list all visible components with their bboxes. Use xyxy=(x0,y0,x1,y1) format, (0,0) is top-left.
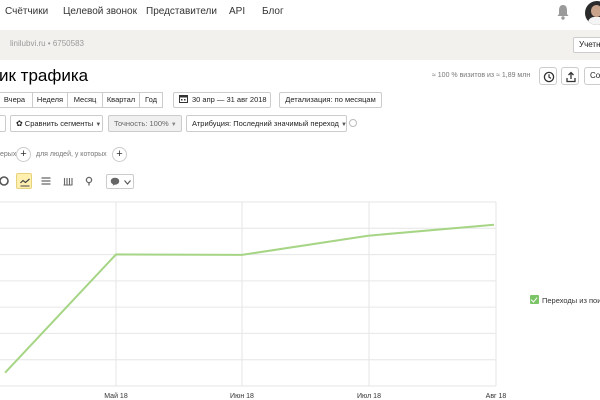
period-year-button[interactable]: Год xyxy=(139,92,163,108)
nav-item-api[interactable]: API xyxy=(229,6,245,17)
chevron-down-icon: ▼ xyxy=(95,122,102,128)
compare-segments-button[interactable]: ✿ Сравнить сегменты ▼ xyxy=(10,115,103,132)
top-nav: Счётчики Целевой звонок Представители AP… xyxy=(0,0,600,27)
x-tick-label: Май 18 xyxy=(104,392,128,400)
map-pin-icon xyxy=(85,176,93,186)
chart-type-line-button[interactable] xyxy=(16,173,32,189)
date-range-label: 30 апр — 31 авг 2018 xyxy=(192,95,267,104)
bell-icon[interactable] xyxy=(556,3,570,21)
account-button[interactable]: Учетн xyxy=(573,37,600,53)
add-people-filter-button[interactable]: + xyxy=(112,147,127,162)
attribution-select[interactable]: Атрибуция: Последний значимый переход ▼ xyxy=(186,115,347,132)
line-chart-icon xyxy=(20,178,30,187)
compare-segments-label: Сравнить сегменты xyxy=(24,119,94,128)
bar-chart-icon xyxy=(63,178,73,186)
chevron-down-icon xyxy=(124,180,131,185)
chart-type-pie-button[interactable] xyxy=(0,173,12,189)
x-tick-label: Июл 18 xyxy=(357,393,381,400)
info-icon[interactable] xyxy=(349,119,357,127)
pie-chart-icon xyxy=(0,176,9,186)
visits-note: ≈ 100 % визитов из ≈ 1,89 млн xyxy=(432,72,531,79)
legend-label: Переходы из поис xyxy=(542,296,600,305)
nav-item-blog[interactable]: Блог xyxy=(262,6,284,17)
filter-text-left: ерых xyxy=(0,151,17,158)
nav-item-representatives[interactable]: Представители xyxy=(146,6,217,17)
save-report-button[interactable]: Сох xyxy=(584,67,600,85)
date-range-button[interactable]: 30 апр — 31 авг 2018 xyxy=(173,92,271,108)
nav-item-target-call[interactable]: Целевой звонок xyxy=(63,6,137,17)
accuracy-label: Точность: 100% xyxy=(114,119,169,128)
avatar[interactable] xyxy=(585,1,600,25)
chart-type-area-button[interactable] xyxy=(38,173,54,189)
chart-annotations-dropdown[interactable] xyxy=(106,174,134,189)
page-title: ик трафика xyxy=(0,66,89,85)
period-month-button[interactable]: Месяц xyxy=(67,92,103,108)
period-week-button[interactable]: Неделя xyxy=(32,92,68,108)
series-line xyxy=(4,223,495,374)
calendar-icon xyxy=(179,95,188,103)
chart-type-map-button[interactable] xyxy=(81,173,97,189)
chart-legend[interactable]: Переходы из поис xyxy=(530,295,600,305)
x-tick-label: Июн 18 xyxy=(230,393,254,400)
history-button[interactable] xyxy=(539,67,557,85)
area-chart-icon xyxy=(41,177,51,185)
period-yesterday-button[interactable]: Вчера xyxy=(0,92,33,108)
segments-icon: ✿ xyxy=(16,119,23,128)
period-quarter-button[interactable]: Квартал xyxy=(102,92,140,108)
attribution-label: Атрибуция: Последний значимый переход xyxy=(192,119,339,128)
chart-type-bar-button[interactable] xyxy=(60,173,76,189)
comment-icon xyxy=(110,177,120,186)
export-button[interactable] xyxy=(561,67,579,85)
accuracy-select[interactable]: Точность: 100% ▼ xyxy=(108,115,182,132)
x-tick-label: Авг 18 xyxy=(486,393,507,400)
export-icon xyxy=(566,71,576,83)
add-filter-button[interactable]: + xyxy=(16,147,31,162)
counter-site: linilubvi.ru • 6750583 xyxy=(10,39,84,48)
traffic-line-chart: Май 18 Июн 18 Июл 18 Авг 18 xyxy=(0,201,507,400)
clock-icon xyxy=(543,71,555,83)
chevron-down-icon: ▼ xyxy=(340,122,347,128)
counter-bar: linilubvi.ru • 6750583 Учетн xyxy=(0,30,600,60)
legend-checkbox[interactable] xyxy=(530,295,539,304)
nav-item-counters[interactable]: Счётчики xyxy=(5,6,48,17)
segment-edge-button[interactable] xyxy=(0,115,6,132)
chevron-down-icon: ▼ xyxy=(170,122,177,128)
filter-people-text: для людей, у которых xyxy=(36,151,107,158)
detail-select[interactable]: Детализация: по месяцам xyxy=(279,92,382,108)
